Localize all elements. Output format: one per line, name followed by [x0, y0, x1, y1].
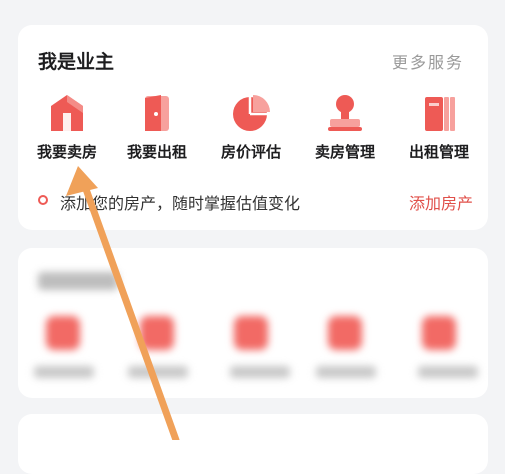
owner-services-grid: 我要卖房 我要出租 房价评估 卖房管理 出租管理: [18, 91, 488, 201]
book-icon: [425, 97, 455, 131]
rent-out-label: 我要出租: [126, 143, 187, 161]
tip-text: 添加您的房产，随时掌握估值变化: [60, 194, 301, 213]
rent-out-button[interactable]: 我要出租: [112, 91, 202, 171]
sell-house-label: 我要卖房: [36, 143, 97, 161]
blurred-content: [18, 248, 488, 398]
sale-management-button[interactable]: 卖房管理: [300, 91, 390, 171]
sell-house-button[interactable]: 我要卖房: [22, 91, 112, 171]
price-evaluation-button[interactable]: 房价评估: [206, 91, 296, 171]
owner-card: 我是业主 更多服务 我要卖房 我要出租 房价评估 卖房管理 出租管理 添加您的房…: [18, 25, 488, 230]
more-services-link[interactable]: 更多服务: [392, 49, 464, 73]
add-property-link[interactable]: 添加房产: [409, 190, 473, 214]
owner-section-title: 我是业主: [38, 51, 115, 73]
pie-chart-icon: [233, 95, 270, 131]
add-property-tip: 添加您的房产，随时掌握估值变化 添加房产: [38, 187, 473, 217]
rental-management-label: 出租管理: [408, 143, 469, 161]
bottom-card: [18, 414, 488, 474]
stamp-icon: [328, 95, 362, 131]
door-icon: [145, 95, 169, 131]
house-icon: [51, 95, 83, 131]
blurred-section-card: [18, 248, 488, 398]
tip-dot-icon: [38, 195, 48, 205]
rental-management-button[interactable]: 出租管理: [394, 91, 484, 171]
sale-management-label: 卖房管理: [314, 143, 375, 161]
price-evaluation-label: 房价评估: [220, 143, 281, 161]
